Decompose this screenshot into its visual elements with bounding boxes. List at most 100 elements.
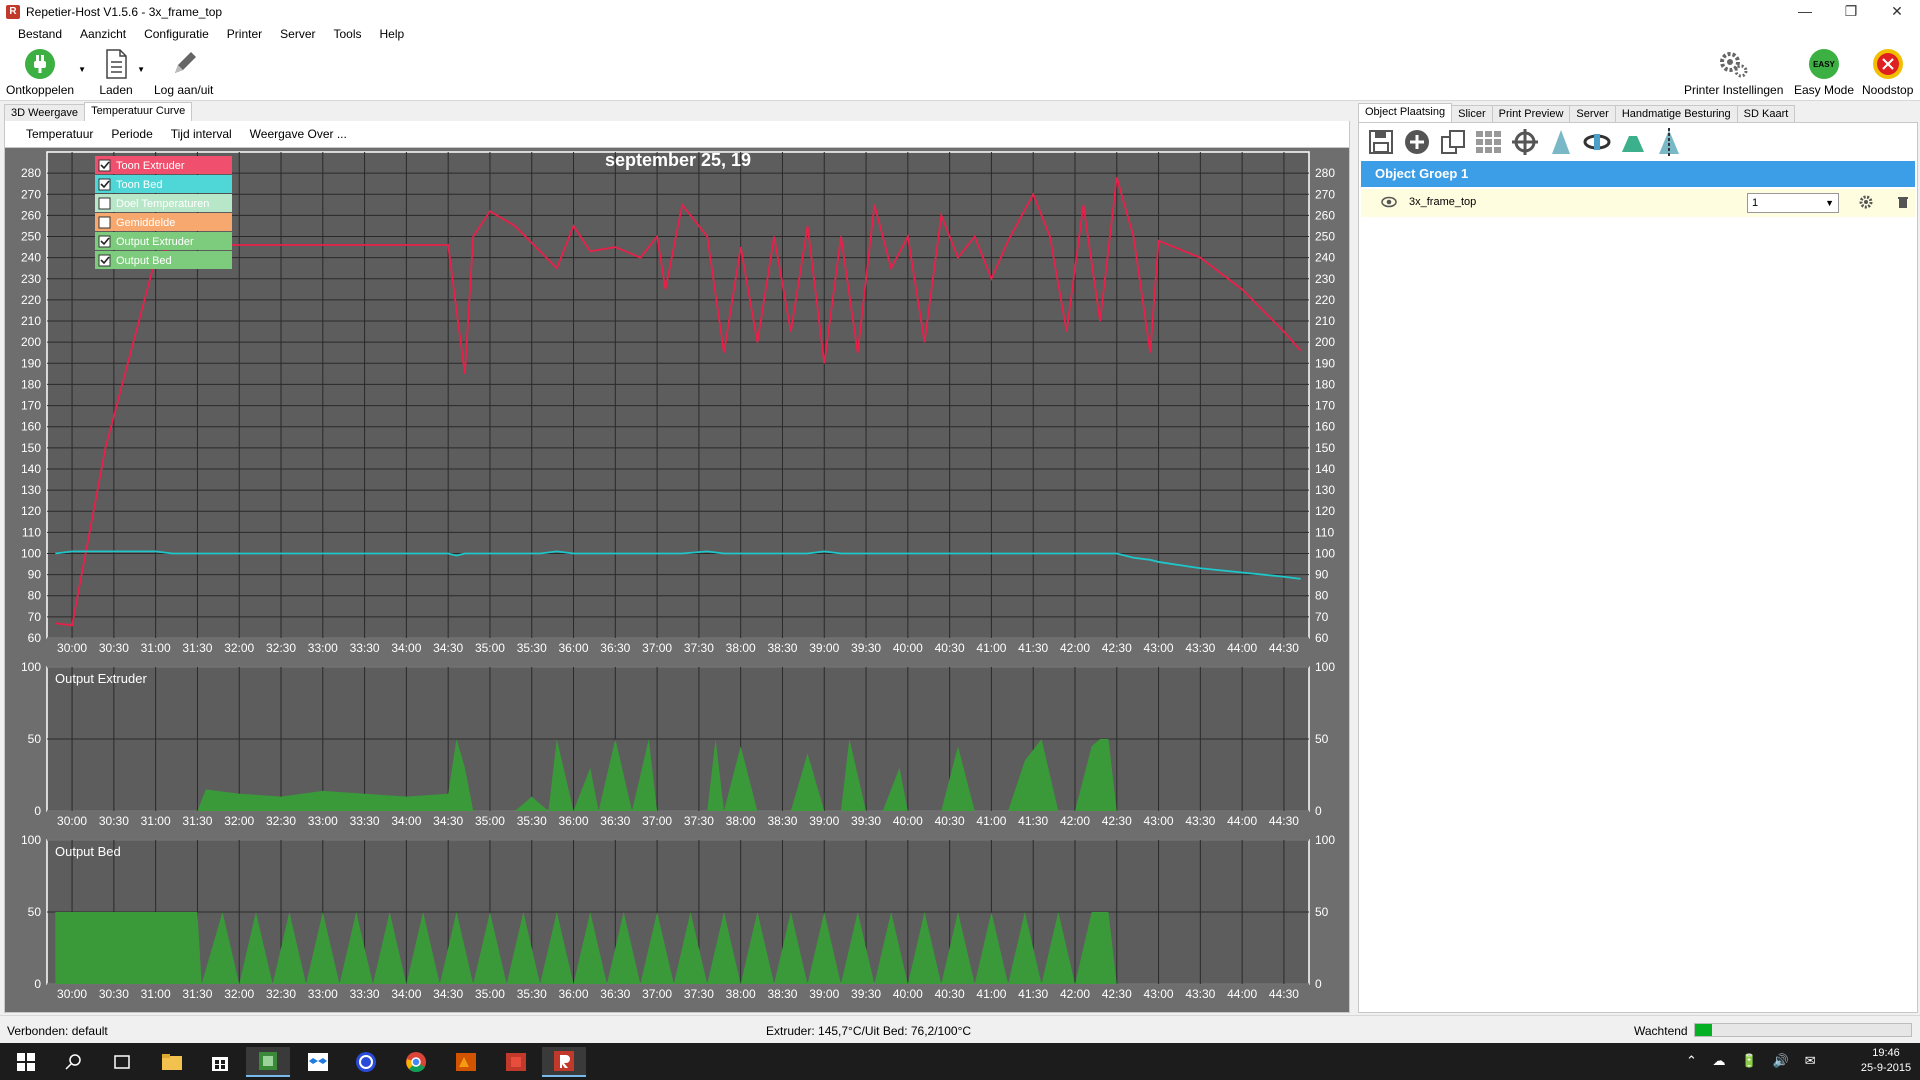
restore-icon[interactable]: ❐: [1828, 0, 1874, 23]
chart-menu-period[interactable]: Periode: [102, 127, 161, 141]
x-tick-label: 30:00: [57, 987, 87, 1001]
repetier-host-icon[interactable]: [542, 1047, 586, 1077]
x-tick-label: 41:30: [1018, 987, 1048, 1001]
load-dropdown-icon[interactable]: ▼: [137, 65, 145, 74]
easy-mode-button[interactable]: EASY Easy Mode: [1794, 47, 1854, 97]
x-tick-label: 40:00: [893, 814, 923, 828]
scale-object-icon[interactable]: [1545, 126, 1577, 158]
close-icon[interactable]: ✕: [1874, 0, 1920, 23]
y-tick-label-left: 240: [21, 251, 41, 265]
y-tick-label-right: 200: [1315, 335, 1335, 349]
app-circle-icon[interactable]: [344, 1047, 388, 1077]
menu-printer[interactable]: Printer: [218, 27, 271, 41]
window-title: Repetier-Host V1.5.6 - 3x_frame_top: [26, 4, 223, 19]
x-tick-label: 43:00: [1144, 814, 1174, 828]
dropbox-icon[interactable]: [296, 1047, 340, 1077]
minimize-icon[interactable]: —: [1782, 0, 1828, 23]
object-placement-panel: Object Groep 1 3x_frame_top 1 ▼: [1358, 122, 1918, 1013]
mirror-object-icon[interactable]: [1653, 126, 1685, 158]
chart-menu-temperature[interactable]: Temperatuur: [17, 127, 102, 141]
menu-bestand[interactable]: Bestand: [9, 27, 71, 41]
copies-select[interactable]: 1 ▼: [1747, 193, 1839, 213]
menu-configuratie[interactable]: Configuratie: [135, 27, 218, 41]
progress-fill: [1695, 1024, 1713, 1036]
task-view-icon[interactable]: [100, 1047, 144, 1077]
chart-menu-view-over[interactable]: Weergave Over ...: [241, 127, 356, 141]
system-tray[interactable]: ⌃ ☁ 🔋 🔊 ✉: [1686, 1053, 1822, 1069]
x-tick-label: 31:30: [182, 641, 212, 655]
tab-temperature-curve[interactable]: Temperatuur Curve: [84, 102, 193, 121]
tab-3d-view[interactable]: 3D Weergave: [4, 104, 86, 121]
x-tick-label: 39:30: [851, 814, 881, 828]
x-tick-label: 42:00: [1060, 814, 1090, 828]
app-green-icon[interactable]: [246, 1047, 290, 1077]
x-tick-label: 43:30: [1185, 987, 1215, 1001]
y-tick-label-left: 210: [21, 314, 41, 328]
tab-print-preview[interactable]: Print Preview: [1491, 105, 1571, 122]
menu-server[interactable]: Server: [271, 27, 324, 41]
x-tick-label: 35:30: [517, 814, 547, 828]
search-icon[interactable]: [52, 1047, 96, 1077]
x-tick-label: 35:00: [475, 814, 505, 828]
y-tick-label-left: 50: [28, 905, 42, 919]
emergency-stop-button[interactable]: Noodstop: [1862, 47, 1913, 97]
x-tick-label: 34:30: [433, 987, 463, 1001]
y-tick-label-left: 270: [21, 187, 41, 201]
pencil-icon: [174, 52, 196, 73]
tab-slicer[interactable]: Slicer: [1451, 105, 1493, 122]
x-tick-label: 37:00: [642, 814, 672, 828]
windows-start-icon[interactable]: [4, 1047, 48, 1077]
menu-aanzicht[interactable]: Aanzicht: [71, 27, 135, 41]
object-row[interactable]: 3x_frame_top 1 ▼: [1361, 189, 1915, 217]
x-tick-label: 42:30: [1102, 814, 1132, 828]
y-tick-label-left: 200: [21, 335, 41, 349]
store-icon[interactable]: [198, 1047, 242, 1077]
gear-icon[interactable]: [1859, 195, 1873, 209]
autoposition-icon[interactable]: [1473, 126, 1505, 158]
menu-bar: Bestand Aanzicht Configuratie Printer Se…: [0, 23, 1920, 45]
tab-object-placement[interactable]: Object Plaatsing: [1358, 103, 1453, 122]
x-tick-label: 31:00: [141, 641, 171, 655]
x-tick-label: 43:00: [1144, 641, 1174, 655]
eye-icon[interactable]: [1381, 196, 1397, 208]
tab-manual-control[interactable]: Handmatige Besturing: [1614, 105, 1738, 122]
copy-object-icon[interactable]: [1437, 126, 1469, 158]
tab-sd-card[interactable]: SD Kaart: [1736, 105, 1796, 122]
x-tick-label: 37:00: [642, 987, 672, 1001]
log-toggle-button[interactable]: Log aan/uit: [154, 47, 213, 97]
x-tick-label: 33:30: [350, 641, 380, 655]
trash-icon[interactable]: [1897, 195, 1909, 209]
menu-tools[interactable]: Tools: [324, 27, 370, 41]
cut-object-icon[interactable]: [1617, 126, 1649, 158]
progress-bar: [1694, 1023, 1912, 1037]
printer-settings-button[interactable]: Printer Instellingen: [1684, 47, 1783, 97]
x-tick-label: 41:00: [976, 814, 1006, 828]
connect-dropdown-icon[interactable]: ▼: [78, 65, 86, 74]
clock[interactable]: 19:46 25-9-2015: [1858, 1046, 1914, 1076]
app-blocks-icon[interactable]: [444, 1047, 488, 1077]
app-red-icon[interactable]: [494, 1047, 538, 1077]
menu-help[interactable]: Help: [371, 27, 414, 41]
load-button[interactable]: Laden ▼: [99, 47, 145, 97]
center-object-icon[interactable]: [1509, 126, 1541, 158]
add-object-icon[interactable]: [1401, 126, 1433, 158]
y-tick-label-left: 0: [34, 804, 41, 818]
gears-icon: [1719, 52, 1748, 78]
y-tick-label-left: 280: [21, 166, 41, 180]
toolbar: Ontkoppelen ▼ Laden ▼ Log aan/uit Printe…: [0, 45, 1920, 101]
object-group-header[interactable]: Object Groep 1: [1361, 161, 1915, 187]
rotate-object-icon[interactable]: [1581, 126, 1613, 158]
file-explorer-icon[interactable]: [150, 1047, 194, 1077]
connect-button[interactable]: Ontkoppelen ▼: [6, 47, 86, 97]
chart-menu-time-interval[interactable]: Tijd interval: [162, 127, 241, 141]
y-tick-label-right: 160: [1315, 420, 1335, 434]
chrome-icon[interactable]: [394, 1047, 438, 1077]
y-tick-label-left: 260: [21, 208, 41, 222]
y-tick-label-left: 130: [21, 483, 41, 497]
y-tick-label-right: 100: [1315, 546, 1335, 560]
clock-date: 25-9-2015: [1860, 1062, 1912, 1074]
tab-server[interactable]: Server: [1569, 105, 1616, 122]
save-icon[interactable]: [1365, 126, 1397, 158]
x-tick-label: 44:30: [1269, 987, 1299, 1001]
x-tick-label: 31:30: [182, 987, 212, 1001]
